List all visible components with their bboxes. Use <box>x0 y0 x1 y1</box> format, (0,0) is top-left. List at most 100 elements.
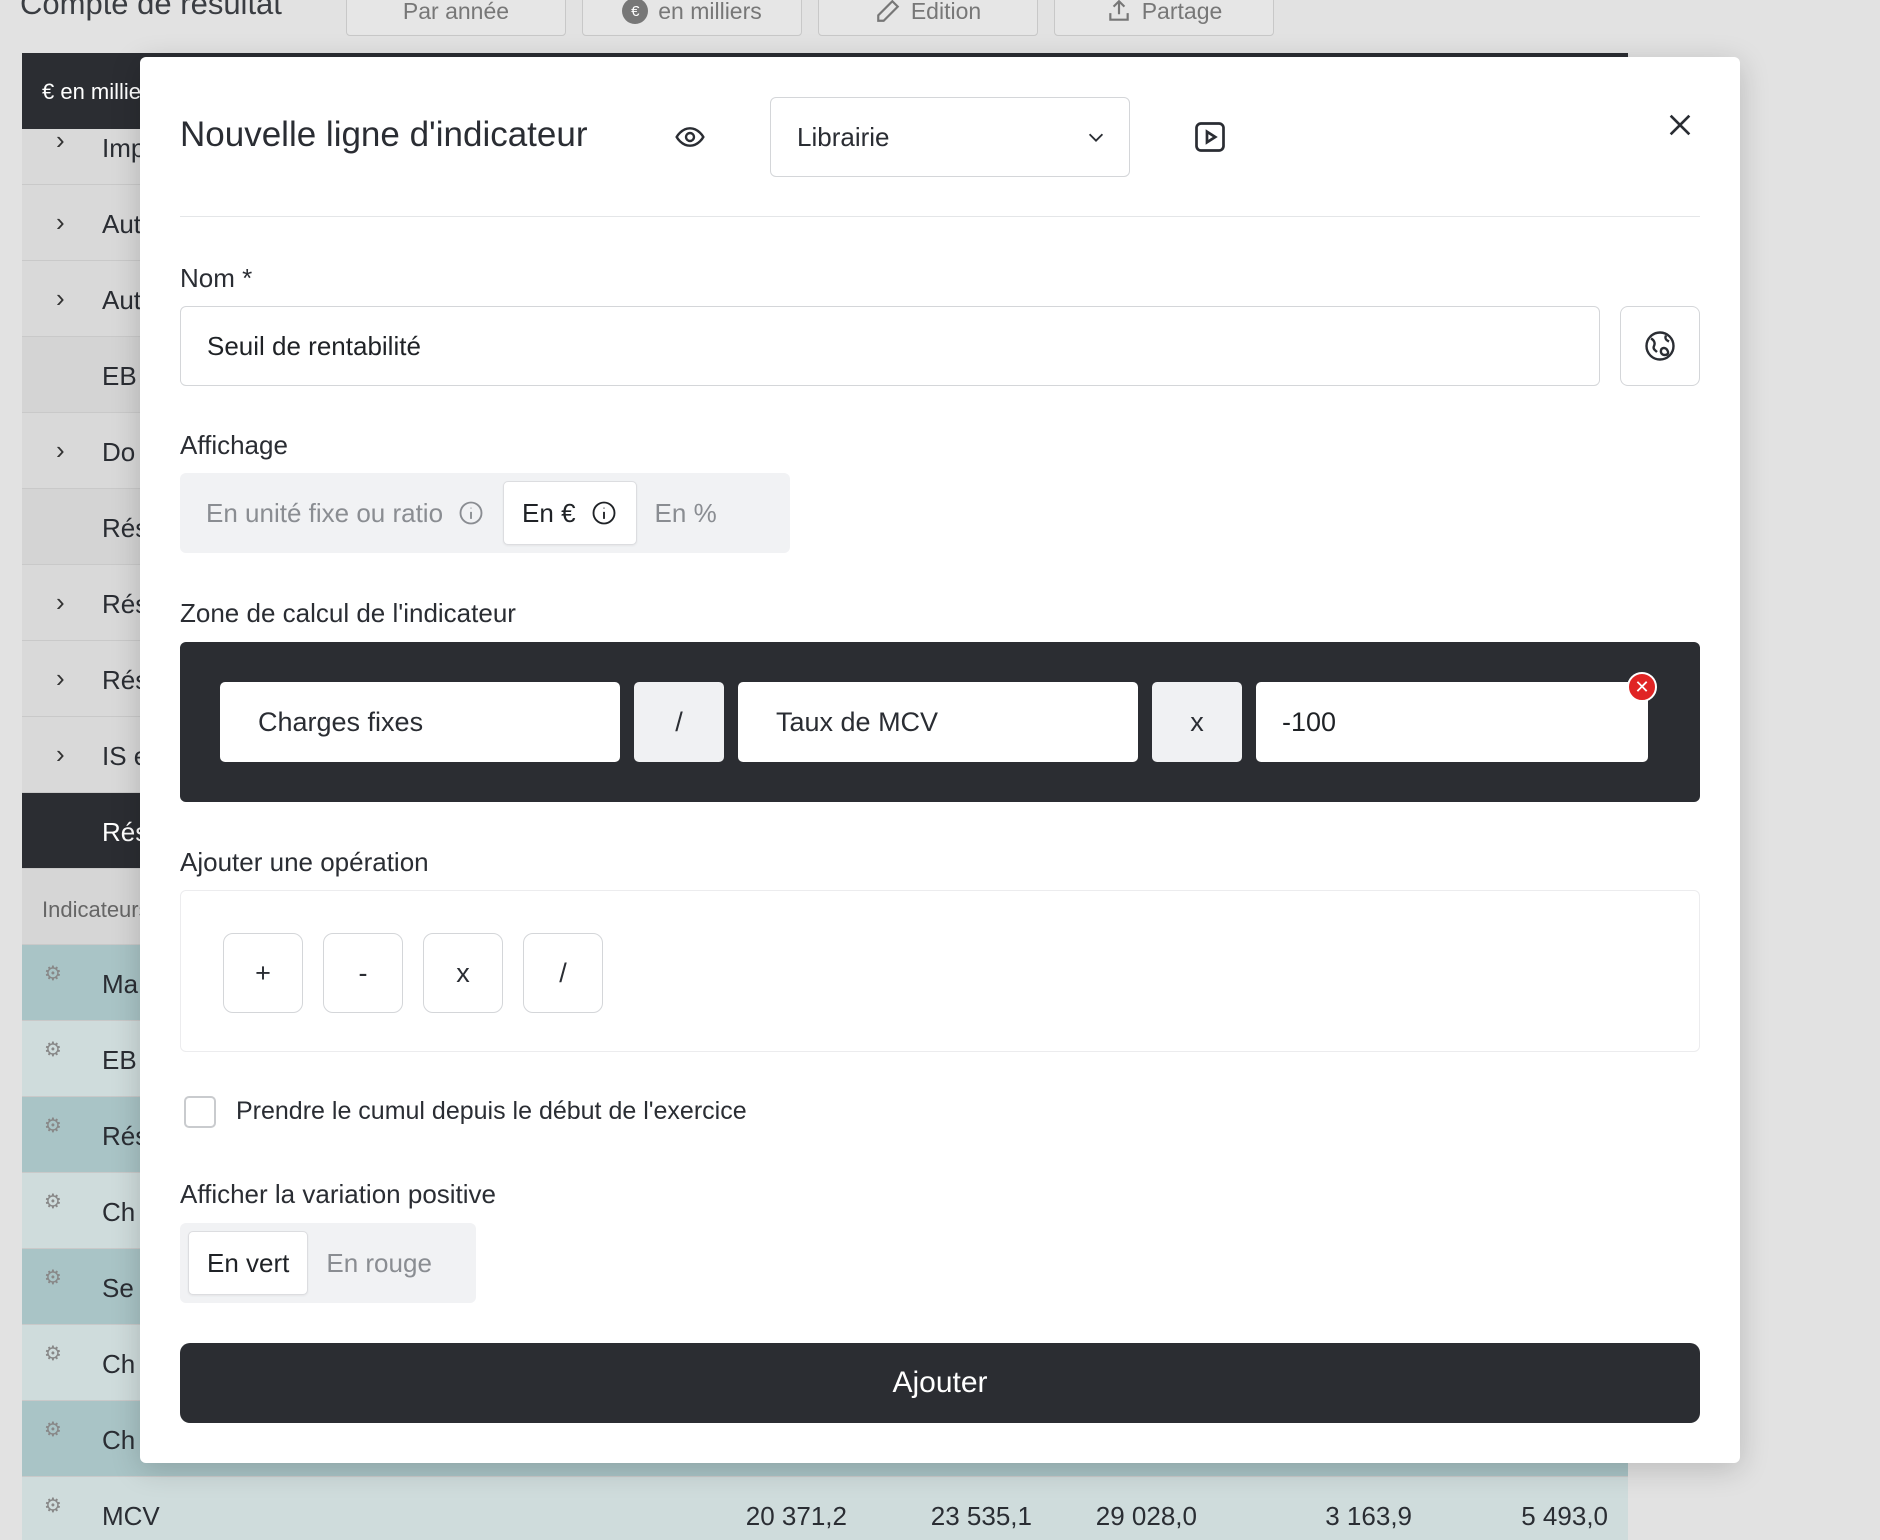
info-icon[interactable] <box>457 499 485 527</box>
chevron-right-icon[interactable]: › <box>56 587 65 618</box>
cell-value: 3 163,9 <box>1325 1501 1412 1531</box>
eye-icon[interactable] <box>670 117 710 157</box>
calc-zone-label: Zone de calcul de l'indicateur <box>180 598 516 628</box>
add-plus-button[interactable]: + <box>223 933 303 1013</box>
indicator-row-mcv[interactable]: ⚙ MCV 20 371,2 23 535,1 29 028,0 3 163,9… <box>22 1477 1628 1540</box>
display-segmented-control: En unité fixe ou ratio En € En % <box>180 473 790 553</box>
library-select-value: Librairie <box>797 121 890 152</box>
thousands-label: en milliers <box>658 0 762 24</box>
cumul-checkbox-label: Prendre le cumul depuis le début de l'ex… <box>236 1097 747 1125</box>
by-year-button[interactable]: Par année <box>346 0 566 36</box>
add-minus-button[interactable]: - <box>323 933 403 1013</box>
operation-label: x <box>456 957 470 988</box>
info-icon[interactable] <box>590 499 618 527</box>
add-multiply-button[interactable]: x <box>423 933 503 1013</box>
row-label: Ma <box>102 969 139 999</box>
cell-value: 20 371,2 <box>745 1501 847 1531</box>
share-button[interactable]: Partage <box>1054 0 1274 36</box>
name-input[interactable] <box>180 306 1600 386</box>
row-label: MCV <box>102 1501 160 1531</box>
pencil-icon <box>876 0 900 22</box>
variation-option-green[interactable]: En vert <box>188 1231 309 1295</box>
page-title: Compte de résultat <box>20 0 282 21</box>
gear-icon[interactable]: ⚙ <box>44 1417 62 1442</box>
row-label: Aut <box>102 209 142 239</box>
gear-icon[interactable]: ⚙ <box>44 1037 62 1062</box>
chevron-right-icon[interactable]: › <box>56 207 65 238</box>
chevron-right-icon[interactable]: › <box>56 125 65 156</box>
edit-label: Edition <box>910 0 982 24</box>
share-label: Partage <box>1141 0 1223 24</box>
gear-icon[interactable]: ⚙ <box>44 1493 62 1518</box>
cumul-checkbox[interactable] <box>184 1096 216 1128</box>
remove-operand-button[interactable]: ✕ <box>1627 672 1657 702</box>
variation-segmented-control: En vert En rouge <box>180 1223 476 1303</box>
gear-icon[interactable]: ⚙ <box>44 1341 62 1366</box>
row-label: Aut <box>102 285 142 315</box>
chevron-down-icon <box>1088 133 1104 142</box>
cell-value: 5 493,0 <box>1521 1501 1608 1531</box>
operand-label: Charges fixes <box>258 706 424 737</box>
formula-operand-charges-fixes[interactable]: Charges fixes <box>220 682 620 762</box>
chevron-right-icon[interactable]: › <box>56 739 65 770</box>
row-label: Ch <box>102 1197 136 1227</box>
thousands-button[interactable]: € en milliers <box>582 0 802 36</box>
formula-operator-divide[interactable]: / <box>634 682 724 762</box>
display-option-label: En unité fixe ou ratio <box>206 497 444 528</box>
variation-option-red[interactable]: En rouge <box>308 1231 450 1295</box>
background-toolbar: Compte de résultat Par année € en millie… <box>0 0 1880 48</box>
display-option-label: En € <box>522 497 576 528</box>
chevron-right-icon[interactable]: › <box>56 283 65 314</box>
name-label: Nom * <box>180 263 253 293</box>
add-divide-button[interactable]: / <box>523 933 603 1013</box>
gear-icon[interactable]: ⚙ <box>44 1113 62 1138</box>
gear-icon[interactable]: ⚙ <box>44 1265 62 1290</box>
calc-zone: Charges fixes / Taux de MCV x ✕ <box>180 642 1700 802</box>
new-indicator-modal: Nouvelle ligne d'indicateur Librairie No… <box>140 57 1740 1463</box>
header-divider <box>180 216 1700 217</box>
translate-button[interactable] <box>1620 306 1700 386</box>
row-label: EB <box>102 361 137 391</box>
library-select[interactable]: Librairie <box>770 97 1130 177</box>
operator-label: x <box>1190 706 1204 737</box>
close-icon[interactable] <box>1658 103 1702 147</box>
display-option-fixed[interactable]: En unité fixe ou ratio <box>188 481 503 545</box>
display-label: Affichage <box>180 430 288 460</box>
operations-box: + - x / <box>180 890 1700 1052</box>
row-label: EB <box>102 1045 137 1075</box>
formula-operator-multiply[interactable]: x <box>1152 682 1242 762</box>
row-label: Ch <box>102 1349 136 1379</box>
gear-icon[interactable]: ⚙ <box>44 961 62 986</box>
globe-icon <box>1645 331 1675 361</box>
modal-title: Nouvelle ligne d'indicateur <box>180 115 588 154</box>
variation-option-label: En vert <box>207 1247 290 1278</box>
add-operation-label: Ajouter une opération <box>180 847 429 877</box>
chevron-right-icon[interactable]: › <box>56 663 65 694</box>
cell-value: 23 535,1 <box>930 1501 1032 1531</box>
cell-value: 29 028,0 <box>1095 1501 1197 1531</box>
by-year-label: Par année <box>402 0 510 24</box>
add-button-label: Ajouter <box>892 1366 988 1399</box>
close-icon: ✕ <box>1634 676 1650 697</box>
euro-icon: € <box>622 0 649 24</box>
formula-constant-input[interactable] <box>1256 682 1648 762</box>
add-button[interactable]: Ajouter <box>180 1343 1700 1423</box>
operator-label: / <box>675 706 683 737</box>
display-option-euro[interactable]: En € <box>503 481 637 545</box>
variation-option-label: En rouge <box>326 1247 432 1278</box>
row-label: Ch <box>102 1425 136 1455</box>
video-play-icon[interactable] <box>1188 115 1232 159</box>
gear-icon[interactable]: ⚙ <box>44 1189 62 1214</box>
row-label: Imp <box>102 133 146 163</box>
operation-label: - <box>358 957 368 988</box>
chevron-right-icon[interactable]: › <box>56 435 65 466</box>
section-label: Indicateurs <box>42 897 150 922</box>
row-label: Do <box>102 437 136 467</box>
row-label: Se <box>102 1273 134 1303</box>
formula-operand-taux-mcv[interactable]: Taux de MCV <box>738 682 1138 762</box>
operation-label: / <box>559 957 567 988</box>
display-option-percent[interactable]: En % <box>637 481 735 545</box>
edit-button[interactable]: Edition <box>818 0 1038 36</box>
variation-label: Afficher la variation positive <box>180 1179 497 1209</box>
operation-label: + <box>255 957 271 988</box>
